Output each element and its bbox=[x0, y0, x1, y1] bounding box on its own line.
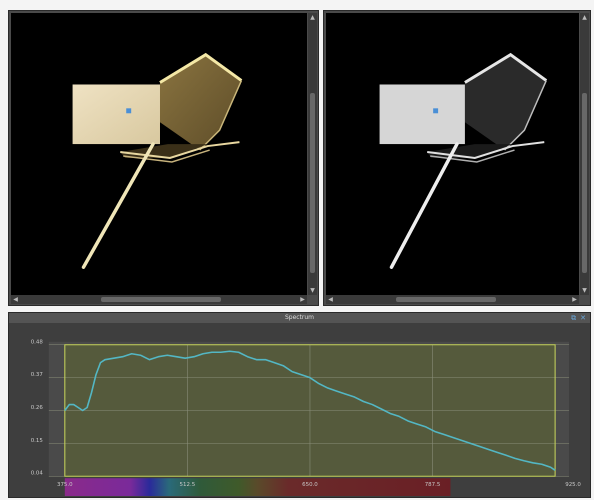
float-icon[interactable]: ⧉ bbox=[571, 313, 576, 323]
app-window: ▲ ▼ ◀ ▶ ▲ ▼ ◀ ▶ Spectrum ⧉ ✕ 0.48 0.37 0… bbox=[0, 0, 594, 500]
horizontal-scrollbar[interactable]: ◀ ▶ bbox=[11, 295, 307, 304]
scroll-left-icon[interactable]: ◀ bbox=[326, 295, 335, 304]
horizontal-scrollbar[interactable]: ◀ ▶ bbox=[326, 295, 579, 304]
panel-title: Spectrum bbox=[284, 314, 315, 321]
x-tick-label: 650.0 bbox=[302, 482, 318, 488]
scroll-thumb[interactable] bbox=[396, 297, 496, 302]
vertical-scrollbar[interactable]: ▲ ▼ bbox=[580, 13, 589, 295]
y-tick-label: 0.04 bbox=[31, 471, 44, 477]
scroll-up-icon[interactable]: ▲ bbox=[308, 13, 317, 22]
y-tick-label: 0.26 bbox=[31, 405, 44, 411]
y-tick-label: 0.48 bbox=[31, 339, 44, 345]
scroll-thumb[interactable] bbox=[101, 297, 221, 302]
y-tick-label: 0.15 bbox=[31, 438, 43, 444]
gold-object bbox=[72, 52, 243, 269]
close-icon[interactable]: ✕ bbox=[580, 313, 586, 323]
y-tick-label: 0.37 bbox=[31, 372, 43, 378]
scroll-down-icon[interactable]: ▼ bbox=[580, 286, 589, 295]
scroll-right-icon[interactable]: ▶ bbox=[570, 295, 579, 304]
wavelength-band bbox=[64, 478, 451, 497]
render-viewport[interactable]: ▲ ▼ ◀ ▶ bbox=[8, 10, 319, 306]
render-scene bbox=[72, 52, 243, 269]
panel-titlebar[interactable]: Spectrum ⧉ ✕ bbox=[9, 313, 590, 323]
spectrum-chart[interactable]: 0.48 0.37 0.26 0.15 0.04 375.0 512.5 650.0 787.5… bbox=[9, 323, 590, 497]
scroll-up-icon[interactable]: ▲ bbox=[580, 13, 589, 22]
scroll-left-icon[interactable]: ◀ bbox=[11, 295, 20, 304]
spectrum-panel: Spectrum ⧉ ✕ 0.48 0.37 0.26 0.15 0.04 375.0 51… bbox=[8, 312, 591, 498]
preview-canvas[interactable] bbox=[326, 13, 579, 295]
vertical-scrollbar[interactable]: ▲ ▼ bbox=[308, 13, 317, 295]
render-canvas[interactable] bbox=[11, 13, 307, 295]
scroll-thumb[interactable] bbox=[582, 93, 587, 273]
preview-scene bbox=[379, 52, 548, 269]
x-tick-label: 787.5 bbox=[425, 482, 441, 488]
x-tick-label: 925.0 bbox=[565, 482, 581, 488]
scroll-down-icon[interactable]: ▼ bbox=[308, 286, 317, 295]
x-tick-label: 512.5 bbox=[180, 482, 196, 488]
scroll-right-icon[interactable]: ▶ bbox=[298, 295, 307, 304]
spectrum-chart-svg: 0.48 0.37 0.26 0.15 0.04 375.0 512.5 650.0 787.5… bbox=[31, 339, 581, 497]
gray-object bbox=[379, 52, 548, 269]
scroll-thumb[interactable] bbox=[310, 93, 315, 273]
preview-viewport[interactable]: ▲ ▼ ◀ ▶ bbox=[323, 10, 591, 306]
x-tick-label: 375.0 bbox=[57, 482, 73, 488]
